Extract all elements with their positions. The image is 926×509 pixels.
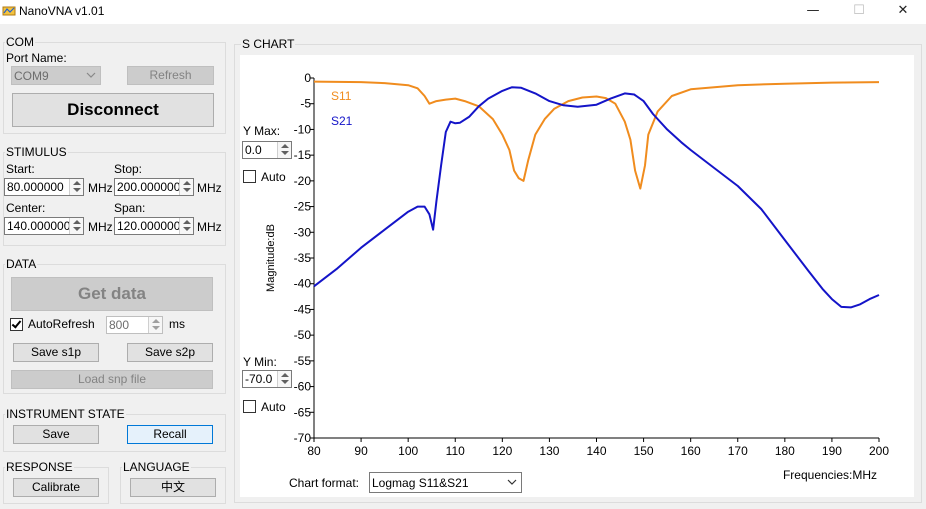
save-s2p-button[interactable]: Save s2p bbox=[127, 343, 213, 362]
start-label: Start: bbox=[6, 162, 35, 176]
ymin-label: Y Min: bbox=[243, 355, 277, 369]
spin-down-icon bbox=[152, 326, 160, 330]
close-button[interactable]: ✕ bbox=[880, 0, 926, 24]
stop-frequency-input[interactable]: 200.000000 bbox=[114, 178, 194, 196]
start-unit: MHz bbox=[88, 181, 113, 195]
ymax-label: Y Max: bbox=[243, 124, 281, 138]
spin-up-icon bbox=[281, 373, 289, 377]
maximize-icon: ☐ bbox=[853, 3, 865, 18]
port-select[interactable]: COM9 bbox=[11, 66, 101, 85]
stimulus-group-label: STIMULUS bbox=[5, 145, 68, 159]
spin-up-icon bbox=[152, 319, 160, 323]
data-group-label: DATA bbox=[5, 257, 38, 271]
center-spinner[interactable] bbox=[69, 218, 83, 234]
chart-format-select[interactable]: Logmag S11&S21 bbox=[369, 472, 522, 493]
port-select-value: COM9 bbox=[14, 69, 49, 83]
ymax-auto-label: Auto bbox=[261, 170, 286, 184]
span-unit: MHz bbox=[197, 220, 222, 234]
title-bar: NanoVNA v1.01 — ☐ ✕ bbox=[0, 0, 926, 24]
save-state-button[interactable]: Save bbox=[13, 425, 99, 444]
interval-unit: ms bbox=[169, 317, 185, 331]
save-s1p-button[interactable]: Save s1p bbox=[13, 343, 99, 362]
start-frequency-input[interactable]: 80.000000 bbox=[4, 178, 84, 196]
instrument-state-label: INSTRUMENT STATE bbox=[5, 407, 126, 421]
span-spinner[interactable] bbox=[179, 218, 193, 234]
calibrate-button[interactable]: Calibrate bbox=[13, 478, 99, 497]
stop-label: Stop: bbox=[114, 162, 143, 176]
refresh-button[interactable]: Refresh bbox=[127, 66, 214, 85]
app-icon bbox=[2, 6, 16, 16]
chevron-down-icon bbox=[86, 72, 96, 78]
com-group-label: COM bbox=[5, 35, 35, 49]
minimize-button[interactable]: — bbox=[790, 0, 836, 24]
stop-frequency-value: 200.000000 bbox=[117, 180, 181, 194]
ymin-input[interactable]: -70.0 bbox=[242, 370, 292, 388]
ymin-auto-checkbox[interactable] bbox=[243, 400, 256, 413]
disconnect-button[interactable]: Disconnect bbox=[12, 93, 214, 127]
span-frequency-input[interactable]: 120.000000 bbox=[114, 217, 194, 235]
ymax-input[interactable]: 0.0 bbox=[242, 141, 292, 159]
chevron-down-icon bbox=[507, 479, 517, 485]
spin-up-icon bbox=[73, 220, 81, 224]
maximize-button[interactable]: ☐ bbox=[836, 0, 882, 24]
center-label: Center: bbox=[6, 201, 46, 215]
span-label: Span: bbox=[114, 201, 146, 215]
center-frequency-input[interactable]: 140.000000 bbox=[4, 217, 84, 235]
autorefresh-checkbox[interactable] bbox=[10, 318, 23, 331]
minimize-icon: — bbox=[806, 3, 820, 18]
recall-state-button[interactable]: Recall bbox=[127, 425, 213, 444]
ymin-value: -70.0 bbox=[245, 372, 273, 386]
spin-up-icon bbox=[73, 181, 81, 185]
stop-unit: MHz bbox=[197, 181, 222, 195]
autorefresh-label: AutoRefresh bbox=[28, 317, 95, 331]
ymax-auto-checkbox[interactable] bbox=[243, 170, 256, 183]
ymax-value: 0.0 bbox=[245, 143, 262, 157]
s-chart-group-label: S CHART bbox=[241, 37, 296, 51]
load-snp-button[interactable]: Load snp file bbox=[11, 370, 213, 389]
chart-panel bbox=[240, 55, 914, 497]
center-unit: MHz bbox=[88, 220, 113, 234]
response-group-label: RESPONSE bbox=[5, 460, 74, 474]
ymin-spinner[interactable] bbox=[277, 371, 291, 387]
chart-format-value: Logmag S11&S21 bbox=[372, 476, 469, 490]
spin-down-icon bbox=[73, 188, 81, 192]
chart-format-label: Chart format: bbox=[289, 476, 360, 490]
stop-spinner[interactable] bbox=[179, 179, 193, 195]
port-name-label: Port Name: bbox=[6, 51, 67, 65]
ymax-spinner[interactable] bbox=[277, 142, 291, 158]
refresh-interval-input[interactable]: 800 bbox=[106, 316, 163, 334]
refresh-interval-value: 800 bbox=[109, 318, 130, 332]
language-button[interactable]: 中文 bbox=[130, 478, 216, 497]
window-title: NanoVNA v1.01 bbox=[19, 4, 105, 18]
start-frequency-value: 80.000000 bbox=[7, 180, 64, 194]
center-frequency-value: 140.000000 bbox=[7, 219, 71, 233]
checkmark-icon bbox=[11, 318, 22, 329]
spin-down-icon bbox=[183, 188, 191, 192]
spin-up-icon bbox=[183, 181, 191, 185]
spin-up-icon bbox=[183, 220, 191, 224]
close-icon: ✕ bbox=[897, 3, 909, 18]
ymin-auto-label: Auto bbox=[261, 400, 286, 414]
get-data-button[interactable]: Get data bbox=[11, 277, 213, 311]
interval-spinner[interactable] bbox=[148, 317, 162, 333]
spin-down-icon bbox=[281, 151, 289, 155]
spin-down-icon bbox=[281, 380, 289, 384]
spin-down-icon bbox=[73, 227, 81, 231]
span-frequency-value: 120.000000 bbox=[117, 219, 181, 233]
start-spinner[interactable] bbox=[69, 179, 83, 195]
language-group-label: LANGUAGE bbox=[122, 460, 191, 474]
spin-down-icon bbox=[183, 227, 191, 231]
spin-up-icon bbox=[281, 144, 289, 148]
